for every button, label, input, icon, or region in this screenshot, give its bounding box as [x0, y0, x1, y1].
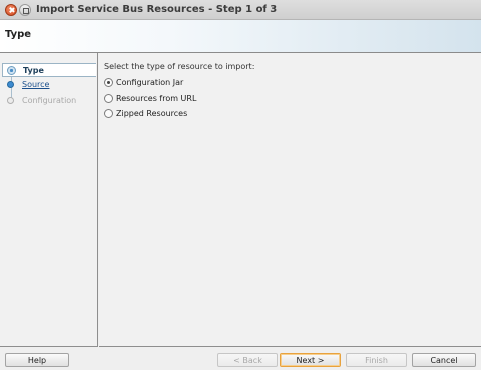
option-zipped-resources[interactable]: Zipped Resources — [104, 107, 187, 119]
radio-label: Zipped Resources — [116, 108, 188, 118]
train-step-label[interactable]: Source — [22, 80, 49, 89]
train-step-label: Configuration — [22, 96, 77, 105]
visited-step-icon — [7, 81, 14, 88]
radio-configuration-jar[interactable] — [104, 77, 113, 87]
radio-label: Configuration Jar — [116, 77, 184, 87]
wizard-header: Type — [0, 20, 481, 53]
button-bar: Help < Back Next > Finish Cancel — [0, 348, 481, 370]
train-step-label: Type — [23, 66, 44, 75]
radio-zipped-resources[interactable] — [104, 108, 113, 118]
finish-button[interactable]: Finish — [346, 353, 407, 367]
wizard-content: Select the type of resource to import: C… — [99, 53, 481, 347]
train-step-source[interactable]: Source — [2, 78, 96, 92]
resource-type-prompt: Select the type of resource to import: — [104, 62, 255, 71]
window-title: Import Service Bus Resources - Step 1 of… — [36, 4, 278, 15]
back-button[interactable]: < Back — [217, 353, 278, 367]
current-step-icon — [7, 66, 16, 75]
window-titlebar: Import Service Bus Resources - Step 1 of… — [0, 0, 481, 20]
maximize-icon[interactable] — [19, 4, 31, 16]
wizard-train: Type Source Configuration — [0, 53, 98, 347]
next-button[interactable]: Next > — [280, 353, 341, 367]
option-resources-from-url[interactable]: Resources from URL — [104, 92, 196, 104]
help-button[interactable]: Help — [5, 353, 69, 367]
train-step-configuration: Configuration — [2, 94, 96, 108]
close-icon[interactable] — [5, 4, 17, 16]
page-title: Type — [5, 29, 32, 40]
option-configuration-jar[interactable]: Configuration Jar — [104, 76, 183, 88]
radio-label: Resources from URL — [116, 93, 197, 103]
cancel-button[interactable]: Cancel — [412, 353, 476, 367]
train-step-type[interactable]: Type — [2, 63, 96, 77]
radio-resources-from-url[interactable] — [104, 93, 113, 103]
pending-step-icon — [7, 97, 14, 104]
